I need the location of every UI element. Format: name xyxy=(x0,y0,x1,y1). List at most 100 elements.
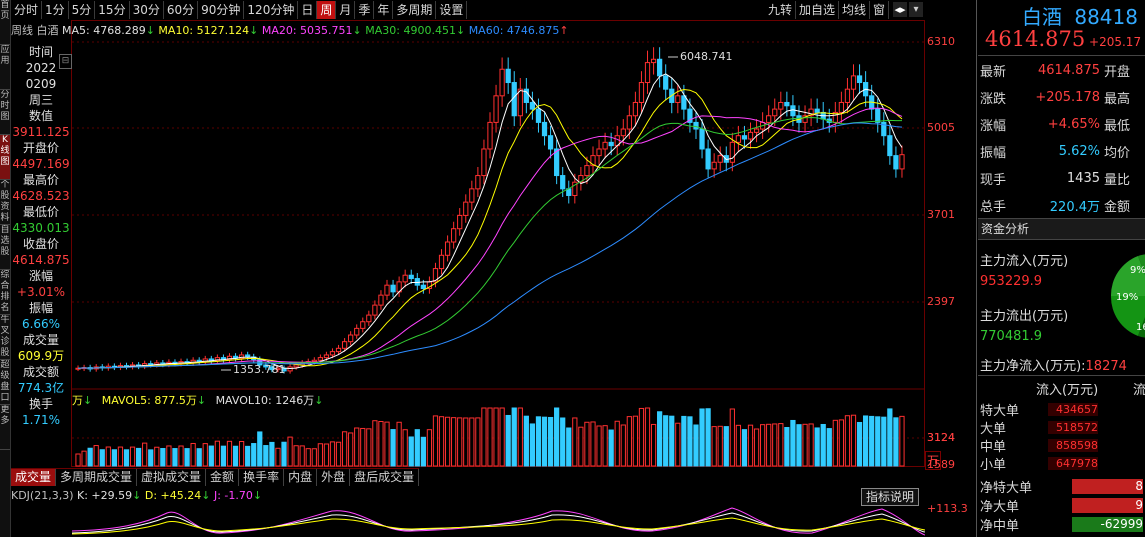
candle-body xyxy=(657,58,663,77)
mavol5-value: MAVOL5: 877.5万 xyxy=(101,394,197,407)
volume-bar xyxy=(220,445,227,467)
volume-bar xyxy=(299,445,305,467)
candle-body xyxy=(747,131,754,140)
quote-row: 最新 4614.875 开盘 xyxy=(980,57,1145,84)
volume-bar xyxy=(790,419,796,467)
quote-price: 4614.875 xyxy=(985,27,1086,51)
candle-body xyxy=(402,274,408,283)
volume-bar xyxy=(281,441,287,467)
candle-body xyxy=(772,108,778,117)
indicator-tab[interactable]: 换手率 xyxy=(239,469,285,486)
candle-body xyxy=(602,141,608,150)
volume-bar xyxy=(438,416,445,467)
volume-bar xyxy=(166,445,172,467)
volume-bar xyxy=(129,446,136,467)
volume-bar xyxy=(772,423,778,467)
kdj-d: D: +45.24 xyxy=(144,489,202,502)
volume-bar xyxy=(499,407,505,467)
quote-row-label: 现手 xyxy=(980,173,1007,188)
candle-body xyxy=(366,314,372,323)
volume-bar xyxy=(723,426,729,467)
volume-bar xyxy=(87,447,93,467)
volume-bar xyxy=(160,448,166,467)
indicator-tab[interactable]: 成交量 xyxy=(11,469,57,486)
candle-body xyxy=(681,95,687,110)
quote-row: 总手 220.4万 金额 xyxy=(980,192,1145,219)
candle-body xyxy=(608,141,614,147)
net-row-value: -62999 xyxy=(1072,516,1143,532)
candles xyxy=(75,47,905,374)
fund-row-label: 小单 xyxy=(980,457,1007,473)
volume-bar xyxy=(93,445,99,467)
quote-row: 涨跌 +205.178 最高 xyxy=(980,84,1145,111)
kdj-chart[interactable] xyxy=(72,505,925,537)
candle-body xyxy=(584,165,590,177)
fund-row: 大单 518572 xyxy=(980,418,1145,437)
candle-body xyxy=(663,75,669,90)
volume-bar xyxy=(875,416,881,467)
candle-body xyxy=(547,135,554,150)
quote-row-label2: 均价 xyxy=(1104,146,1131,161)
fund-title: 资金分析 xyxy=(981,222,1030,236)
volume-bar xyxy=(778,423,784,467)
candle-body xyxy=(717,155,723,163)
price-axis-label: 6310 xyxy=(927,35,955,48)
volume-bar xyxy=(863,415,869,467)
volume-bar xyxy=(154,446,160,467)
volume-bar xyxy=(366,428,372,467)
volume-bar xyxy=(608,429,614,467)
volume-unit: 万 xyxy=(72,394,83,407)
candle-body xyxy=(354,327,360,336)
volume-bar xyxy=(457,417,463,467)
volume-bar xyxy=(396,421,402,467)
volume-bar xyxy=(547,416,554,467)
fund-col-outflow: 流 xyxy=(1133,383,1145,398)
candle-body xyxy=(457,214,463,230)
indicator-tab[interactable]: 多周期成交量 xyxy=(56,469,138,486)
volume-bar xyxy=(766,423,772,467)
pie-label: 16 xyxy=(1136,322,1145,333)
fund-row: 中单 858598 xyxy=(980,436,1145,455)
volume-bar xyxy=(123,449,130,467)
indicator-help-button[interactable]: 指标说明 xyxy=(861,488,920,506)
volume-bar xyxy=(269,441,275,467)
volume-bar xyxy=(420,436,426,467)
volume-bar xyxy=(511,407,517,467)
candle-body xyxy=(784,101,790,107)
candle-body xyxy=(766,115,772,123)
volume-bar xyxy=(560,417,566,467)
volume-bar xyxy=(693,424,699,467)
indicator-tab[interactable]: 金额 xyxy=(206,469,240,486)
candle-body xyxy=(790,105,796,117)
net-row: 净大单 9 xyxy=(980,496,1145,515)
volume-bar xyxy=(620,424,626,467)
volume-bar xyxy=(323,443,330,467)
volume-bar xyxy=(451,417,457,467)
volume-bar xyxy=(796,424,802,467)
indicator-tab[interactable]: 外盘 xyxy=(317,469,351,486)
quote-row-label: 总手 xyxy=(980,200,1007,215)
candle-body xyxy=(596,148,602,157)
volume-bar xyxy=(251,443,257,467)
volume-bar xyxy=(214,440,220,467)
volume-bar xyxy=(135,447,142,467)
indicator-tab[interactable]: 虚拟成交量 xyxy=(137,469,207,486)
volume-bar xyxy=(505,414,511,467)
volume-bar xyxy=(729,408,735,467)
indicator-tabs: 成交量 多周期成交量 虚拟成交量 金额 换手率 内盘 外盘 盘后成交量 xyxy=(11,468,420,487)
volume-bar xyxy=(426,429,433,467)
volume-bar xyxy=(293,445,299,467)
outflow-value: 770481.9 xyxy=(980,329,1043,344)
indicator-tab[interactable]: 盘后成交量 xyxy=(350,469,420,486)
volume-bar xyxy=(148,449,154,467)
candle-body xyxy=(529,101,536,110)
candle-body xyxy=(408,274,414,280)
volume-bar xyxy=(832,419,838,467)
outflow-label: 主力流出(万元) xyxy=(980,309,1069,324)
volume-bar xyxy=(554,407,560,467)
volume-bar xyxy=(444,416,451,467)
candle-body xyxy=(893,155,899,170)
indicator-tab[interactable]: 内盘 xyxy=(284,469,318,486)
candle-body xyxy=(487,121,493,150)
volume-bar xyxy=(475,417,481,467)
